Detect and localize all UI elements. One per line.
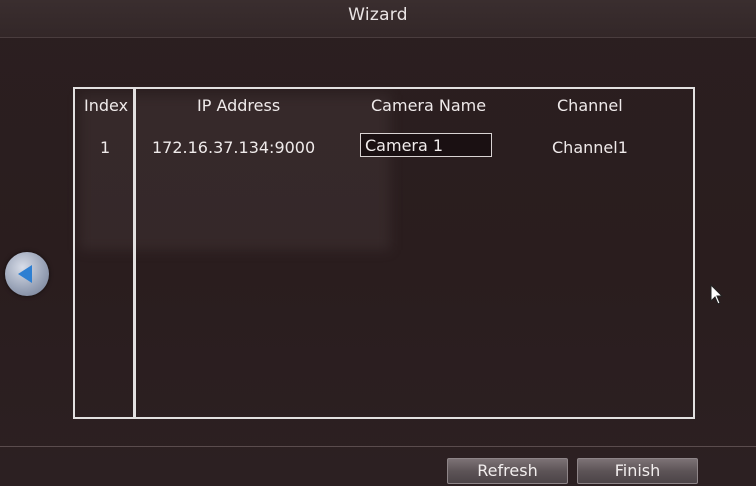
refresh-button[interactable]: Refresh	[447, 458, 568, 484]
camera-name-input[interactable]	[360, 133, 492, 157]
title-bar: Wizard	[0, 0, 756, 38]
window-title: Wizard	[348, 5, 408, 25]
header-ip-address: IP Address	[197, 96, 281, 115]
finish-button[interactable]: Finish	[577, 458, 698, 484]
header-index: Index	[84, 96, 129, 115]
header-camera-name: Camera Name	[371, 96, 487, 115]
mouse-cursor-icon	[710, 283, 724, 310]
row-index: 1	[100, 138, 111, 157]
footer-divider	[0, 446, 756, 447]
left-arrow-icon	[18, 265, 32, 283]
index-column-divider	[133, 87, 136, 419]
header-channel: Channel	[557, 96, 623, 115]
wizard-screen: Wizard Index IP Address Camera Name Chan…	[0, 0, 756, 486]
row-ip-address: 172.16.37.134:9000	[152, 138, 316, 157]
back-button[interactable]	[5, 252, 49, 296]
row-channel: Channel1	[552, 138, 628, 157]
